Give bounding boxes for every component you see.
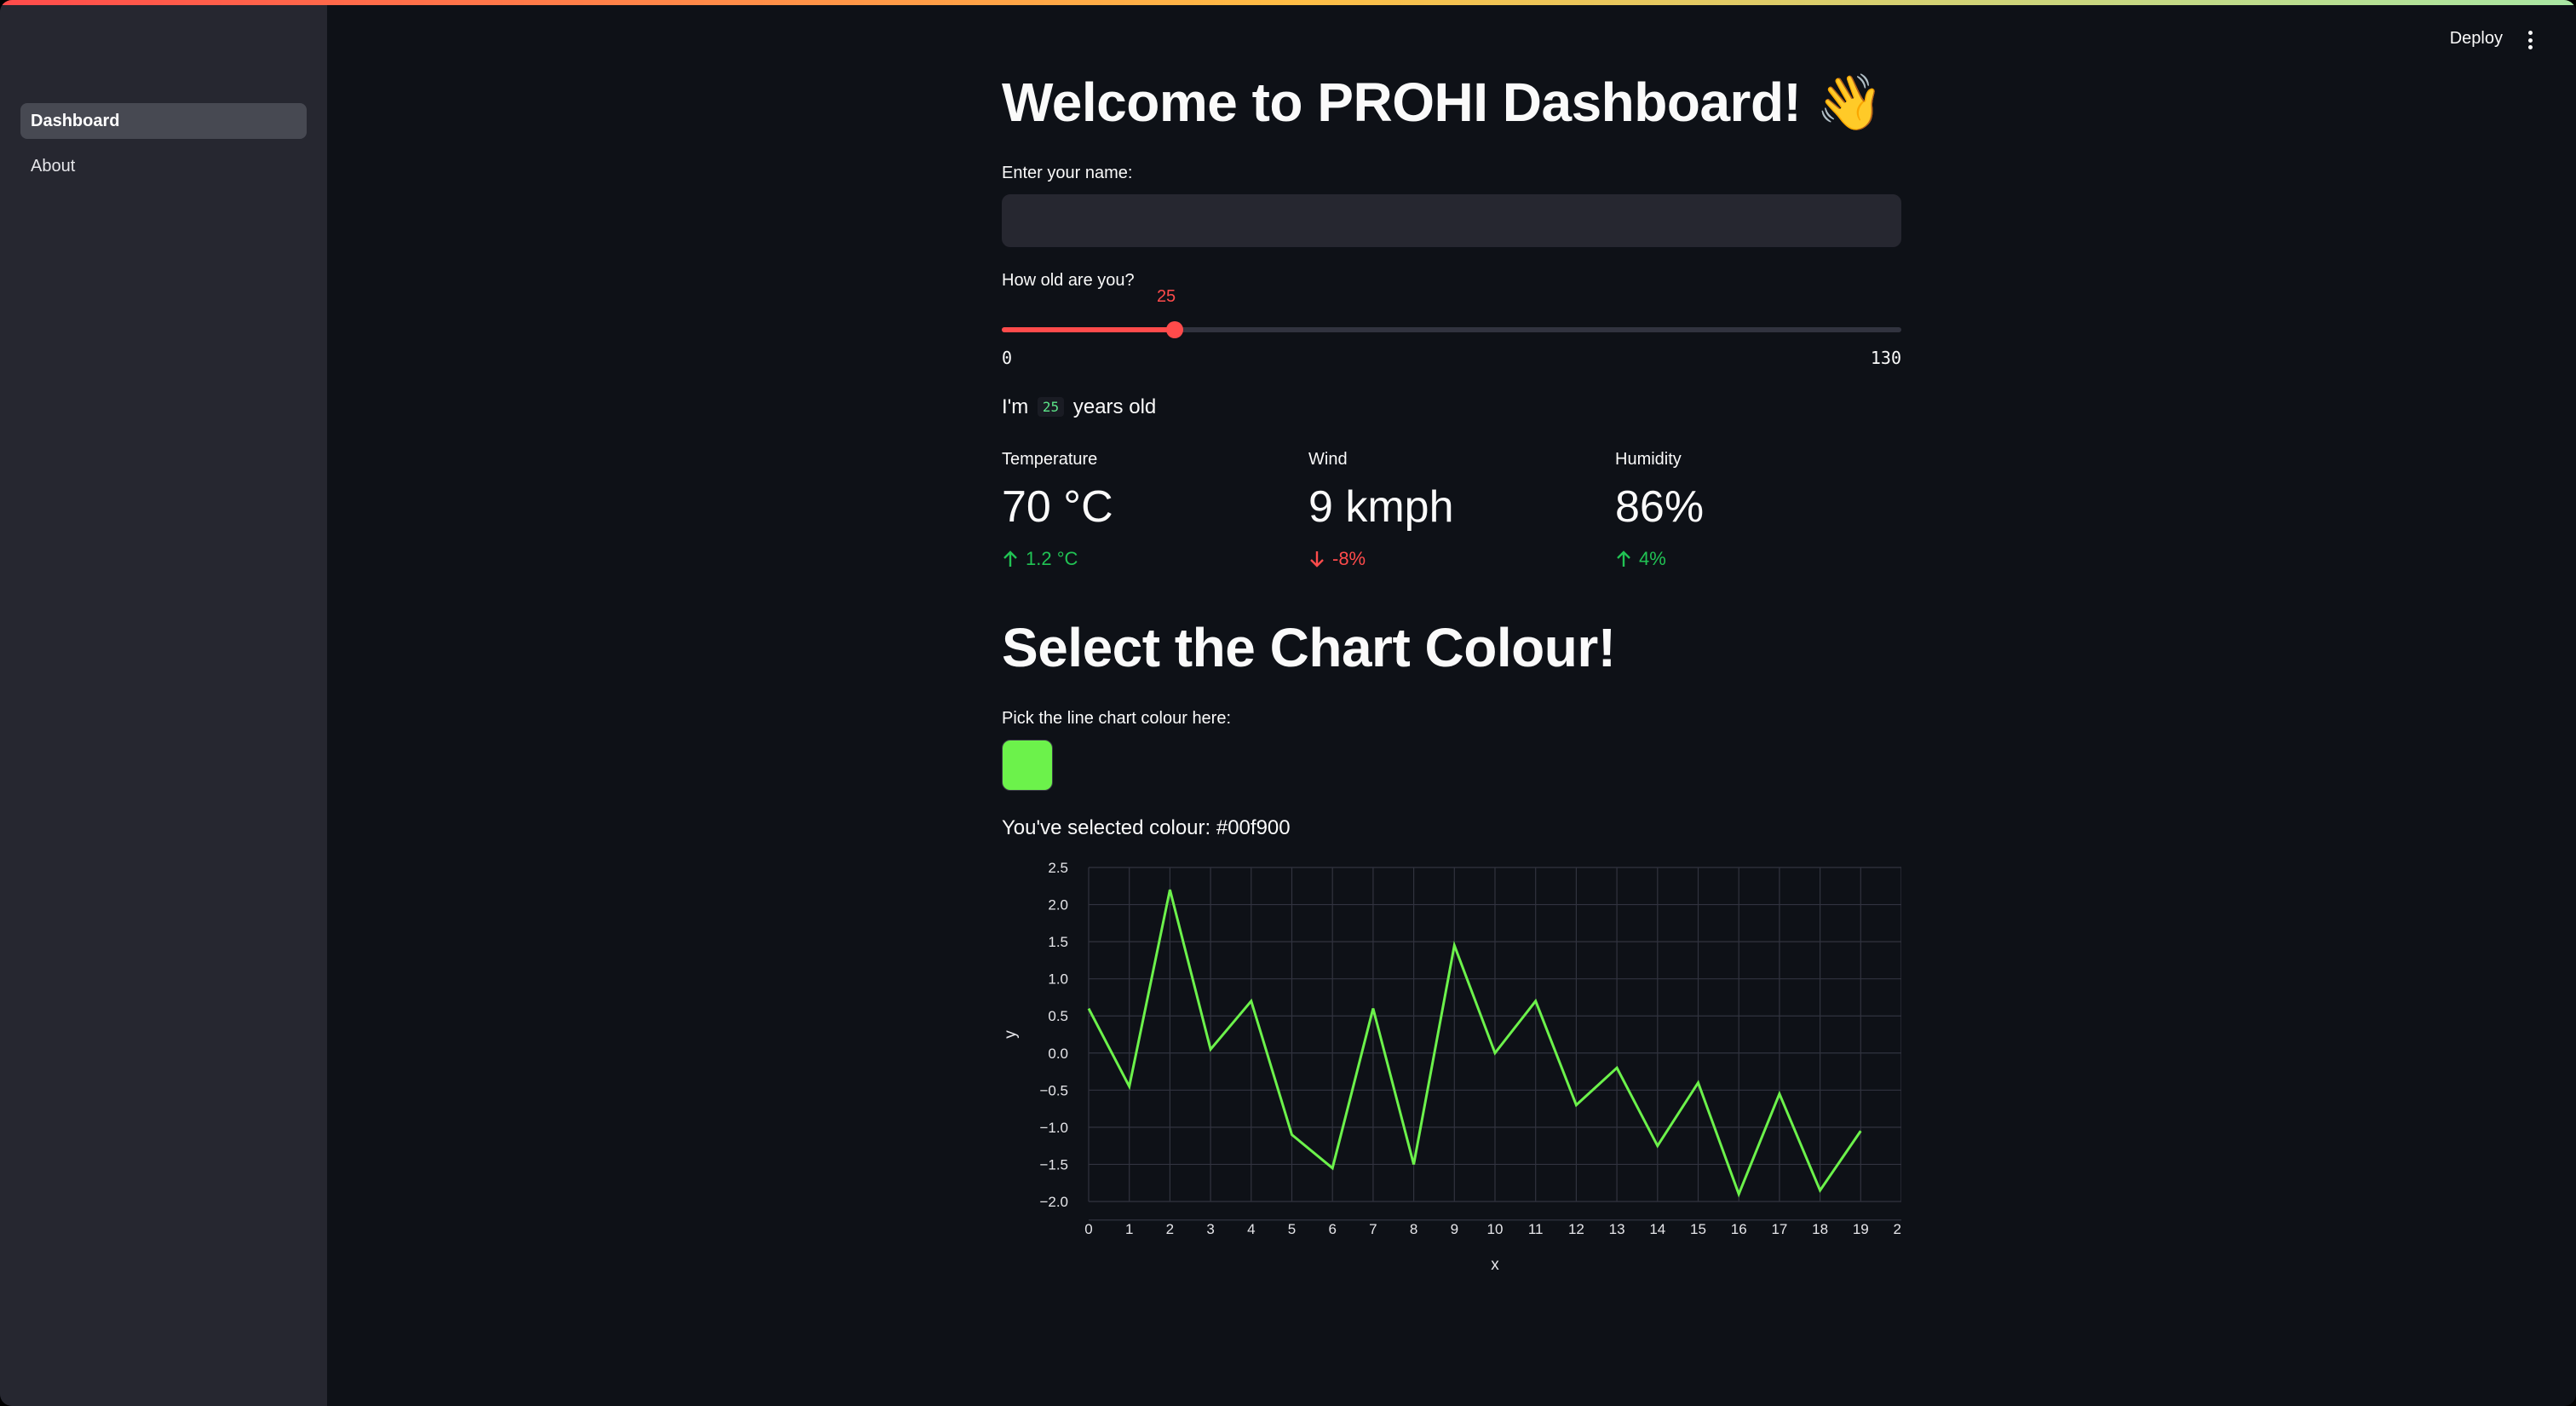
x-tick-label: 6 [1328, 1221, 1336, 1237]
sidebar-item-about[interactable]: About [20, 148, 307, 184]
metric-label: Humidity [1615, 450, 1682, 469]
metric-delta: -8% [1308, 548, 1598, 570]
y-tick-label: 1.0 [1048, 971, 1068, 988]
x-tick-label: 19 [1853, 1221, 1869, 1237]
x-tick-label: 13 [1609, 1221, 1625, 1237]
metric-humidity: Humidity 86% 4% [1615, 450, 1905, 570]
metric-delta-text: 1.2 °C [1026, 548, 1078, 569]
x-tick-label: 11 [1528, 1221, 1544, 1237]
name-input[interactable] [1002, 194, 1901, 247]
x-tick-label: 15 [1690, 1221, 1706, 1237]
sidebar-item-label: About [31, 157, 76, 176]
x-tick-label: 4 [1247, 1221, 1255, 1237]
metric-temperature: Temperature 70 °C 1.2 °C [1002, 450, 1291, 570]
x-tick-label: 5 [1288, 1221, 1296, 1237]
age-slider-fill [1002, 327, 1176, 332]
age-slider-thumb[interactable]: 25 [1157, 287, 1184, 338]
vertical-dots-icon[interactable] [2521, 27, 2539, 53]
metric-delta-text: 4% [1639, 548, 1666, 569]
metric-wind: Wind 9 kmph -8% [1308, 450, 1598, 570]
app-window: Dashboard About Deploy Welcome to PROHI … [0, 0, 2576, 1406]
arrow-up-icon [1617, 550, 1630, 567]
name-input-label: Enter your name: [1002, 164, 1133, 182]
age-slider-min: 0 [1002, 348, 1013, 368]
age-slider-max: 130 [1870, 348, 1901, 368]
y-tick-label: 2.5 [1048, 860, 1068, 876]
age-slider-label: How old are you? [1002, 271, 1135, 290]
y-tick-label: −0.5 [1039, 1082, 1068, 1098]
x-tick-label: 2 [1166, 1221, 1174, 1237]
x-tick-label: 7 [1369, 1221, 1377, 1237]
y-tick-label: 1.5 [1048, 934, 1068, 950]
age-text-suffix: years old [1072, 395, 1157, 418]
y-axis-label: y [1002, 1030, 1020, 1039]
x-tick-label: 8 [1410, 1221, 1417, 1237]
main-content: Welcome to PROHI Dashboard! 👋 Enter your… [1002, 0, 1901, 1406]
arrow-up-icon [1003, 550, 1017, 567]
x-tick-label: 17 [1771, 1221, 1787, 1237]
arrow-down-icon [1310, 551, 1324, 568]
metric-label: Temperature [1002, 450, 1098, 469]
x-tick-label: 16 [1731, 1221, 1747, 1237]
x-tick-label: 12 [1568, 1221, 1584, 1237]
age-text-prefix: I'm [1002, 395, 1029, 418]
age-slider[interactable]: 25 [1002, 287, 1901, 338]
deploy-button[interactable]: Deploy [2450, 29, 2503, 49]
x-tick-label: 9 [1451, 1221, 1458, 1237]
x-tick-label: 14 [1649, 1221, 1665, 1237]
metric-value: 86% [1615, 482, 1705, 532]
metric-value: 9 kmph [1308, 482, 1454, 532]
age-text: I'm 25 years old [1002, 395, 1156, 419]
x-axis-label: x [1491, 1256, 1499, 1274]
x-tick-label: 18 [1812, 1221, 1828, 1237]
y-tick-label: −1.0 [1039, 1120, 1068, 1136]
metric-delta: 4% [1615, 548, 1905, 570]
series-line [1087, 889, 1862, 1198]
age-code-value: 25 [1037, 397, 1065, 417]
sidebar: Dashboard About [0, 5, 327, 1406]
metric-value: 70 °C [1002, 482, 1113, 532]
section-title: Select the Chart Colour! [1002, 617, 1616, 678]
metric-delta: 1.2 °C [1002, 548, 1291, 570]
y-tick-label: 0.0 [1048, 1046, 1068, 1062]
y-tick-label: −1.5 [1039, 1156, 1068, 1173]
y-tick-label: 0.5 [1048, 1008, 1068, 1024]
color-picker-label: Pick the line chart colour here: [1002, 709, 1232, 728]
x-tick-label: 3 [1206, 1221, 1214, 1237]
sidebar-item-dashboard[interactable]: Dashboard [20, 103, 307, 139]
x-tick-label: 0 [1084, 1221, 1092, 1237]
metric-label: Wind [1308, 450, 1348, 469]
metric-delta-text: -8% [1332, 548, 1366, 569]
color-picker-swatch[interactable] [1002, 740, 1053, 791]
y-tick-label: −2.0 [1039, 1194, 1068, 1210]
y-tick-label: 2.0 [1048, 897, 1068, 913]
selected-colour-text: You've selected colour: #00f900 [1002, 816, 1291, 839]
x-tick-label: 10 [1487, 1221, 1504, 1237]
x-tick-label: 1 [1125, 1221, 1133, 1237]
line-chart: 012345678910111213141516171819202.52.01.… [1002, 860, 1901, 1274]
page-title: Welcome to PROHI Dashboard! 👋 [1002, 72, 1883, 133]
sidebar-item-label: Dashboard [31, 112, 120, 130]
x-tick-label: 20 [1894, 1221, 1901, 1237]
age-slider-value: 25 [1156, 287, 1176, 306]
